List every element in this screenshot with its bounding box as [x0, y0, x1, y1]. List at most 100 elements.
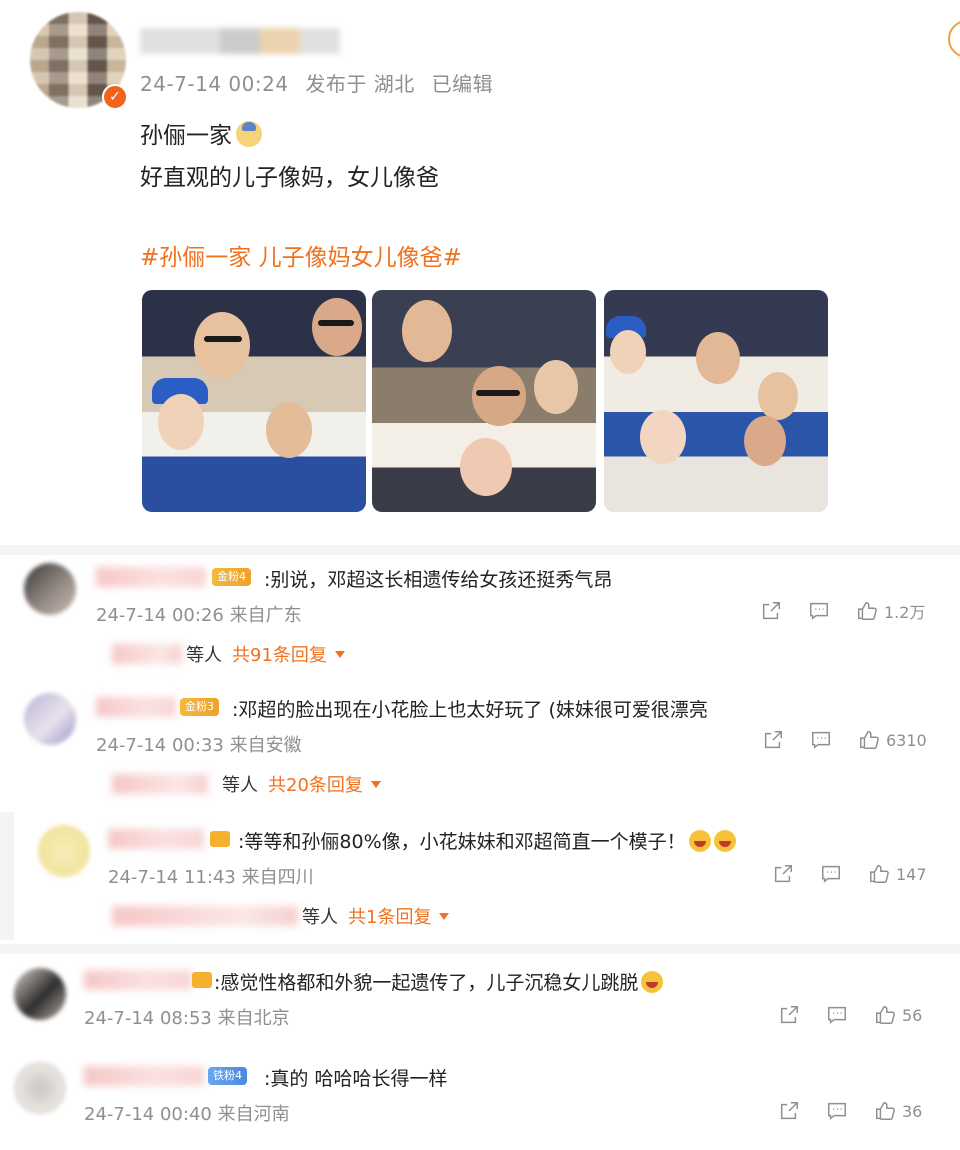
- chevron-down-icon: [334, 651, 345, 658]
- reply-button[interactable]: [808, 600, 830, 622]
- follow-icon[interactable]: [948, 20, 960, 58]
- share-icon: [774, 865, 792, 883]
- like-count: 56: [902, 1005, 923, 1025]
- reply-button[interactable]: [826, 1004, 848, 1026]
- comment-icon: [828, 1102, 846, 1120]
- comment-meta: 24-7-14 00:40 来自河南: [84, 1104, 290, 1125]
- share-button[interactable]: [778, 1100, 800, 1122]
- like-button[interactable]: 56: [874, 1004, 922, 1026]
- comment-divider: [0, 944, 960, 954]
- fan-badge: 金粉4: [212, 568, 251, 586]
- comment-item: :感觉性格都和外貌一起遗传了，儿子沉稳女儿跳脱 24-7-14 08:53 来自…: [0, 956, 960, 1048]
- like-button[interactable]: 147: [868, 863, 927, 885]
- commenter-name-blurred[interactable]: [84, 970, 192, 990]
- reply-summary[interactable]: 等人 共91条回复: [186, 641, 345, 667]
- crown-icon: [210, 831, 230, 847]
- post-photo-2[interactable]: [372, 290, 596, 512]
- comment-item: :等等和孙俪80%像，小花妹妹和邓超简直一个模子！ 24-7-14 11:43 …: [0, 815, 960, 940]
- comment-meta: 24-7-14 00:26 来自广东: [96, 605, 302, 626]
- share-button[interactable]: [760, 600, 782, 622]
- post-date: 24-7-14 00:24: [140, 72, 289, 96]
- share-button[interactable]: [762, 729, 784, 751]
- share-icon: [780, 1006, 798, 1024]
- like-button[interactable]: 1.2万: [856, 599, 925, 623]
- like-count: 1.2万: [884, 603, 926, 622]
- comment-actions: 147: [772, 863, 927, 885]
- commenter-avatar[interactable]: [38, 825, 90, 877]
- comment-text: :等等和孙俪80%像，小花妹妹和邓超简直一个模子！: [238, 827, 736, 854]
- reply-names-blurred: [112, 906, 298, 926]
- post-divider: [0, 545, 960, 555]
- commenter-name-blurred[interactable]: [108, 829, 204, 849]
- post-photo-1[interactable]: [142, 290, 366, 512]
- post-photo-3[interactable]: [604, 290, 828, 512]
- comment-item: 金粉3 :邓超的脸出现在小花脸上也太好玩了 (妹妹很可爱很漂亮 24-7-14 …: [0, 685, 960, 810]
- like-button[interactable]: 36: [874, 1100, 922, 1122]
- crown-icon: [192, 972, 212, 988]
- comment-actions: 6310: [762, 729, 927, 751]
- comment-actions: 1.2万: [760, 599, 925, 623]
- author-name-blurred[interactable]: [140, 28, 340, 54]
- comment-item: 金粉4 :别说，邓超这长相遗传给女孩还挺秀气昂 24-7-14 00:26 来自…: [0, 555, 960, 680]
- commenter-name-blurred[interactable]: [96, 697, 176, 717]
- comment-icon: [812, 731, 830, 749]
- commenter-name-blurred[interactable]: [96, 567, 206, 587]
- like-icon: [876, 1006, 895, 1024]
- reply-count-link[interactable]: 共91条回复: [232, 645, 327, 666]
- reply-summary[interactable]: 等人 共20条回复: [222, 771, 381, 797]
- share-icon: [762, 602, 780, 620]
- chevron-down-icon: [370, 781, 381, 788]
- like-count: 36: [902, 1101, 923, 1121]
- comment-actions: 56: [778, 1004, 922, 1026]
- laugh-emoji-icon: [688, 830, 711, 852]
- fan-badge: 铁粉4: [208, 1067, 247, 1085]
- post-edited-label[interactable]: 已编辑: [432, 72, 494, 96]
- like-count: 6310: [886, 730, 927, 750]
- like-icon: [876, 1102, 895, 1120]
- chevron-down-icon: [439, 913, 450, 920]
- share-button[interactable]: [772, 863, 794, 885]
- reply-count-link[interactable]: 共1条回复: [348, 907, 431, 928]
- laugh-emoji-icon: [641, 971, 664, 993]
- like-icon: [860, 731, 879, 749]
- comment-meta: 24-7-14 08:53 来自北京: [84, 1008, 290, 1029]
- post-meta: 24-7-14 00:24 发布于 湖北 已编辑: [140, 68, 503, 97]
- reply-summary[interactable]: 等人 共1条回复: [302, 903, 450, 929]
- reply-button[interactable]: [810, 729, 832, 751]
- reply-button[interactable]: [820, 863, 842, 885]
- commenter-avatar[interactable]: [24, 693, 76, 745]
- reply-button[interactable]: [826, 1100, 848, 1122]
- like-icon: [858, 602, 877, 620]
- comment-meta: 24-7-14 00:33 来自安徽: [96, 735, 302, 756]
- reply-names-blurred: [112, 644, 182, 664]
- commenter-avatar[interactable]: [24, 563, 76, 615]
- comment-text: :别说，邓超这长相遗传给女孩还挺秀气昂: [264, 569, 613, 591]
- post-text-line1: 孙俪一家: [140, 116, 262, 150]
- comment-item: 铁粉4 :真的 哈哈哈长得一样 24-7-14 00:40 来自河南 36: [0, 1052, 960, 1144]
- share-icon: [780, 1102, 798, 1120]
- family-emoji-icon: [236, 121, 262, 147]
- comment-text: :真的 哈哈哈长得一样: [264, 1068, 448, 1090]
- comment-icon: [828, 1006, 846, 1024]
- like-button[interactable]: 6310: [858, 729, 927, 751]
- commenter-avatar[interactable]: [14, 1062, 66, 1114]
- comment-meta: 24-7-14 11:43 来自四川: [108, 867, 314, 888]
- reply-names-blurred: [112, 774, 208, 794]
- comment-actions: 36: [778, 1100, 922, 1122]
- weibo-post: ✓ 24-7-14 00:24 发布于 湖北 已编辑 孙俪一家 好直观的儿子像妈…: [0, 0, 960, 545]
- like-count: 147: [896, 864, 927, 884]
- comment-icon: [810, 602, 828, 620]
- reply-count-link[interactable]: 共20条回复: [268, 775, 363, 796]
- share-button[interactable]: [778, 1004, 800, 1026]
- post-location: 发布于 湖北: [305, 72, 415, 96]
- post-hashtag-link[interactable]: #孙俪一家 儿子像妈女儿像爸#: [140, 238, 462, 272]
- fan-badge: 金粉3: [180, 698, 219, 716]
- like-icon: [870, 865, 889, 883]
- share-icon: [764, 731, 782, 749]
- comment-text: :感觉性格都和外貌一起遗传了，儿子沉稳女儿跳脱: [214, 968, 664, 995]
- comment-icon: [822, 865, 840, 883]
- comment-text: :邓超的脸出现在小花脸上也太好玩了 (妹妹很可爱很漂亮: [232, 699, 708, 721]
- commenter-avatar[interactable]: [14, 968, 66, 1020]
- commenter-name-blurred[interactable]: [84, 1066, 204, 1086]
- laugh-emoji-icon: [713, 830, 736, 852]
